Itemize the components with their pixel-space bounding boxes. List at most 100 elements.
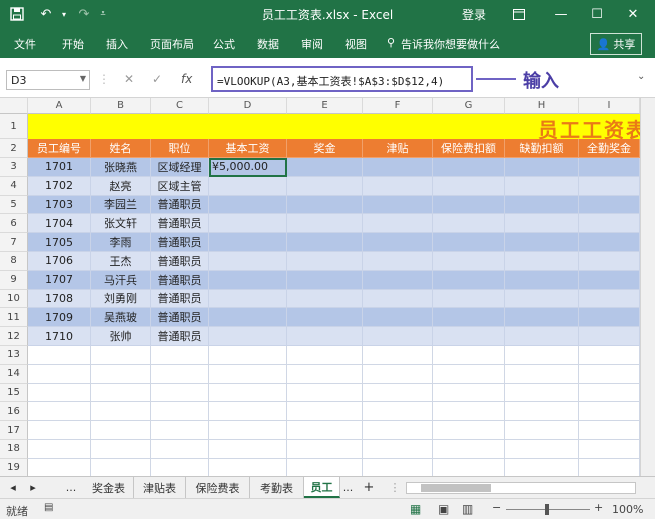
empty-cell[interactable]	[433, 440, 505, 459]
table-cell[interactable]	[363, 252, 433, 271]
header-cell[interactable]: 缺勤扣额	[505, 139, 579, 158]
empty-cell[interactable]	[579, 346, 640, 365]
header-cell[interactable]: 职位	[151, 139, 209, 158]
row-header[interactable]: 5	[0, 195, 28, 215]
table-cell[interactable]: 马汗兵	[91, 270, 151, 290]
table-cell[interactable]: 刘勇刚	[91, 289, 151, 309]
table-cell[interactable]	[505, 195, 579, 215]
empty-cell[interactable]	[151, 440, 209, 459]
empty-cell[interactable]	[433, 402, 505, 422]
table-cell[interactable]	[433, 252, 505, 271]
table-cell[interactable]	[209, 176, 287, 196]
ribbon-display-icon[interactable]	[504, 3, 534, 25]
table-cell[interactable]	[579, 270, 640, 290]
sheet-tab-attendance[interactable]: 考勤表	[250, 477, 304, 498]
table-cell[interactable]	[209, 214, 287, 234]
table-cell[interactable]	[363, 214, 433, 234]
table-cell[interactable]	[579, 176, 640, 196]
table-cell[interactable]	[505, 176, 579, 196]
table-cell[interactable]	[287, 308, 363, 328]
insert-function-icon[interactable]: fx	[181, 72, 192, 86]
minimize-icon[interactable]: —	[546, 3, 576, 25]
empty-cell[interactable]	[151, 402, 209, 422]
tab-review[interactable]: 审阅	[301, 36, 323, 52]
table-cell[interactable]	[505, 158, 579, 177]
empty-cell[interactable]	[91, 421, 151, 440]
scroll-right-icon[interactable]: ▸	[24, 477, 42, 498]
empty-cell[interactable]	[505, 421, 579, 440]
macro-record-icon[interactable]: ▤	[44, 502, 53, 513]
page-break-view-icon[interactable]: ▥	[462, 502, 473, 516]
table-cell[interactable]	[363, 289, 433, 309]
horizontal-scrollbar[interactable]	[406, 482, 636, 494]
row-header[interactable]: 9	[0, 270, 28, 290]
header-cell[interactable]: 基本工资	[209, 139, 287, 158]
empty-cell[interactable]	[91, 440, 151, 459]
table-cell[interactable]	[287, 158, 363, 177]
table-cell[interactable]	[505, 308, 579, 328]
table-cell[interactable]: 赵亮	[91, 176, 151, 196]
header-cell[interactable]: 姓名	[91, 139, 151, 158]
table-cell[interactable]	[363, 233, 433, 252]
header-cell[interactable]: 津贴	[363, 139, 433, 158]
row-header[interactable]: 3	[0, 158, 28, 177]
empty-cell[interactable]	[579, 383, 640, 403]
column-header[interactable]: E	[287, 98, 363, 114]
empty-cell[interactable]	[91, 402, 151, 422]
tab-view[interactable]: 视图	[345, 36, 367, 52]
column-header[interactable]: B	[91, 98, 151, 114]
title-cell[interactable]: 员工工资表	[28, 114, 640, 139]
expand-formula-icon[interactable]: ⌄	[637, 71, 645, 82]
empty-cell[interactable]	[28, 440, 91, 459]
vertical-scrollbar[interactable]	[640, 98, 655, 476]
empty-cell[interactable]	[91, 383, 151, 403]
table-cell[interactable]	[363, 327, 433, 346]
table-cell[interactable]	[363, 176, 433, 196]
table-cell[interactable]: 张晓燕	[91, 158, 151, 177]
table-cell[interactable]	[363, 195, 433, 215]
zoom-level[interactable]: 100%	[612, 503, 643, 516]
table-cell[interactable]: 1707	[28, 270, 91, 290]
table-cell[interactable]: 1701	[28, 158, 91, 177]
empty-cell[interactable]	[151, 458, 209, 476]
table-cell[interactable]	[433, 195, 505, 215]
table-cell[interactable]	[505, 252, 579, 271]
table-cell[interactable]	[209, 233, 287, 252]
header-cell[interactable]: 员工编号	[28, 139, 91, 158]
empty-cell[interactable]	[151, 346, 209, 365]
table-cell[interactable]	[505, 270, 579, 290]
tab-formulas[interactable]: 公式	[213, 36, 235, 52]
table-cell[interactable]: 1704	[28, 214, 91, 234]
row-header[interactable]: 1	[0, 114, 28, 139]
empty-cell[interactable]	[287, 383, 363, 403]
row-header[interactable]: 11	[0, 308, 28, 328]
empty-cell[interactable]	[28, 346, 91, 365]
empty-cell[interactable]	[209, 421, 287, 440]
sheet-tab-employee[interactable]: 员工	[304, 477, 340, 498]
empty-cell[interactable]	[28, 383, 91, 403]
column-header[interactable]: D	[209, 98, 287, 114]
table-cell[interactable]	[363, 158, 433, 177]
column-header[interactable]: I	[579, 98, 640, 114]
tab-home[interactable]: 开始	[62, 36, 84, 52]
empty-cell[interactable]	[433, 383, 505, 403]
row-header[interactable]: 14	[0, 364, 28, 384]
row-header[interactable]: 4	[0, 176, 28, 196]
empty-cell[interactable]	[151, 383, 209, 403]
table-cell[interactable]	[433, 176, 505, 196]
empty-cell[interactable]	[433, 364, 505, 384]
zoom-slider-thumb[interactable]	[545, 504, 549, 515]
page-layout-view-icon[interactable]: ▣	[438, 502, 449, 516]
tabs-ellipsis[interactable]: ...	[60, 477, 82, 498]
header-cell[interactable]: 保险费扣额	[433, 139, 505, 158]
empty-cell[interactable]	[363, 364, 433, 384]
share-button[interactable]: 👤 共享	[590, 33, 642, 55]
normal-view-icon[interactable]: ▦	[410, 502, 421, 516]
add-sheet-button[interactable]: +	[360, 477, 378, 498]
empty-cell[interactable]	[91, 364, 151, 384]
scroll-left-icon[interactable]: ◂	[4, 477, 22, 498]
column-header[interactable]: G	[433, 98, 505, 114]
tab-page-layout[interactable]: 页面布局	[150, 36, 194, 52]
table-cell[interactable]	[209, 327, 287, 346]
row-header[interactable]: 19	[0, 458, 28, 476]
